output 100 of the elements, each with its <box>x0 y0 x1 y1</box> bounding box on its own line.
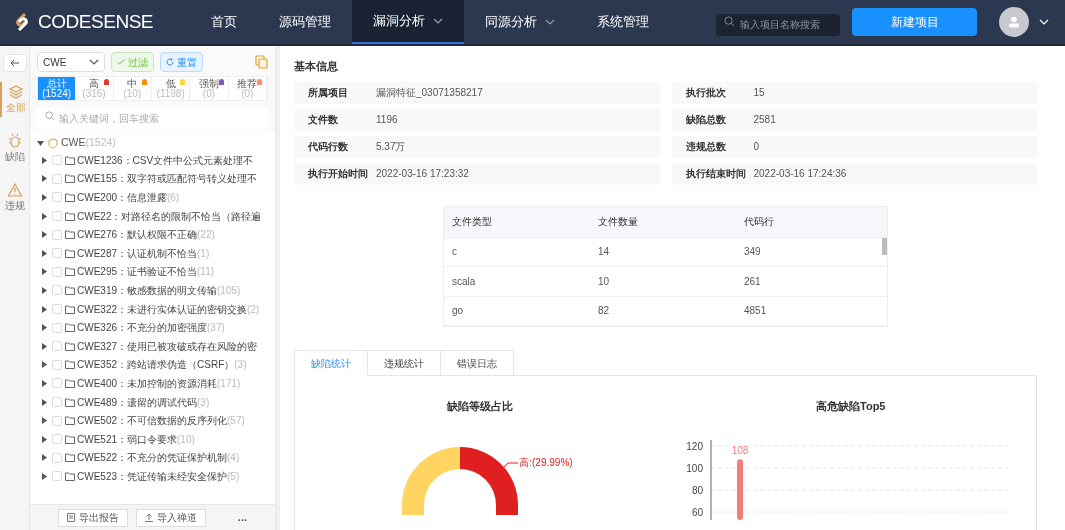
tree-checkbox[interactable] <box>52 304 62 315</box>
import-button[interactable]: 导入禅道 <box>136 508 206 527</box>
logo-text: CODESENSE <box>38 9 154 34</box>
upload-icon <box>145 513 153 522</box>
table-cell-text: 14 <box>597 245 611 260</box>
info-label: 执行开始时间 <box>308 167 369 181</box>
stats-tab[interactable]: 错误日志 <box>441 350 514 376</box>
caret-right-icon[interactable] <box>42 379 47 387</box>
tree-item-label[interactable]: CWE521：弱口令要求(10) <box>77 431 195 447</box>
tree-checkbox[interactable] <box>52 322 62 333</box>
tree-checkbox[interactable] <box>52 211 62 222</box>
chart-title: 高危缺陷Top5 <box>816 399 886 414</box>
tree-checkbox[interactable] <box>52 341 62 352</box>
caret-right-icon[interactable] <box>42 286 47 294</box>
caret-right-icon[interactable] <box>42 361 47 369</box>
tree-item-label[interactable]: CWE327：使用已被攻破或存在风险的密 <box>77 338 257 354</box>
caret-icon[interactable] <box>37 139 44 147</box>
level-tab[interactable]: 中 (10) <box>113 77 152 100</box>
table-cell-text: 82 <box>597 304 611 319</box>
tree-checkbox[interactable] <box>52 248 62 259</box>
tree-item-label[interactable]: CWE352：跨站请求伪造（CSRF）(3) <box>77 357 247 373</box>
tree-item-label[interactable]: CWE326：不充分的加密强度(37) <box>77 320 225 336</box>
category-select[interactable]: CWE <box>37 52 105 72</box>
info-value: 1196 <box>376 113 398 127</box>
tree-checkbox[interactable] <box>52 173 62 184</box>
caret-right-icon[interactable] <box>42 175 47 183</box>
tree-item-label[interactable]: CWE489：遗留的调试代码(3) <box>77 394 210 410</box>
nav-tab[interactable]: 漏洞分析 <box>352 0 464 44</box>
caret-right-icon[interactable] <box>42 231 47 239</box>
caret-right-icon[interactable] <box>42 324 47 332</box>
caret-right-icon[interactable] <box>42 472 47 480</box>
caret-right-icon[interactable] <box>42 398 47 406</box>
copy-icon[interactable] <box>255 55 268 69</box>
tree-checkbox[interactable] <box>52 378 62 389</box>
tree-checkbox[interactable] <box>52 266 62 277</box>
tree-item-label[interactable]: CWE400：未加控制的资源消耗(171) <box>77 375 241 391</box>
search-icon <box>724 16 735 27</box>
tree-item-label[interactable]: CWE522：不充分的凭证保护机制(4) <box>77 450 240 466</box>
info-label: 代码行数 <box>308 140 349 154</box>
caret-right-icon[interactable] <box>42 156 47 164</box>
caret-right-icon[interactable] <box>42 212 47 220</box>
tree-item-label[interactable]: CWE502：不可信数据的反序列化(57) <box>77 413 245 429</box>
tree-checkbox[interactable] <box>52 434 62 445</box>
back-button[interactable] <box>2 54 27 72</box>
axis-tick-label: 100 <box>686 462 703 473</box>
tree-item-label[interactable]: CWE22：对路径名的限制不恰当（路径遍 <box>77 208 262 224</box>
tree-item-label[interactable]: CWE319：敏感数据的明文传输(105) <box>77 282 241 298</box>
nav-tab[interactable]: 同源分析 <box>464 0 576 44</box>
tree-checkbox[interactable] <box>52 229 62 240</box>
nav-tab[interactable]: 首页 <box>190 0 258 44</box>
shield-icon <box>48 137 58 149</box>
caret-right-icon[interactable] <box>42 249 47 257</box>
more-button[interactable]: ... <box>237 509 247 526</box>
tree-checkbox[interactable] <box>52 359 62 370</box>
refresh-icon <box>166 58 174 66</box>
caret-right-icon[interactable] <box>42 194 47 201</box>
tree-checkbox[interactable] <box>52 285 62 296</box>
keyword-search-field[interactable]: 输入关键词，回车搜索 <box>37 107 268 130</box>
warning-icon <box>6 182 23 198</box>
scrollbar-thumb[interactable] <box>882 237 887 255</box>
tree-item-label[interactable]: CWE322：未进行实体认证的密钥交换(2) <box>77 301 260 317</box>
tree-checkbox[interactable] <box>52 192 62 203</box>
info-label: 所属项目 <box>308 86 349 100</box>
export-report-button[interactable]: 导出报告 <box>58 508 128 527</box>
info-label: 文件数 <box>308 113 339 127</box>
avatar[interactable] <box>999 7 1029 37</box>
caret-right-icon[interactable] <box>42 268 47 276</box>
tree-checkbox[interactable] <box>52 415 62 426</box>
rail-item[interactable]: 缺陷 <box>0 131 29 166</box>
info-label: 执行结束时间 <box>685 167 747 181</box>
document-icon <box>67 513 75 522</box>
info-value: 2022-03-16 17:24:36 <box>753 167 847 181</box>
level-tab[interactable]: 推荐 (0) <box>228 77 267 100</box>
caret-right-icon[interactable] <box>42 454 47 462</box>
tree-checkbox[interactable] <box>52 452 62 463</box>
tree-checkbox[interactable] <box>52 397 62 407</box>
tree-checkbox[interactable] <box>52 155 62 166</box>
tree-item-label[interactable]: CWE276：默认权限不正确(22) <box>77 227 215 243</box>
tree-checkbox[interactable] <box>52 471 62 482</box>
tree-item-label[interactable]: CWE295：证书验证不恰当(11) <box>77 264 215 280</box>
stats-tab[interactable]: 违规统计 <box>368 350 441 376</box>
tree-item-label[interactable]: CWE200：信息泄露(6) <box>77 190 180 205</box>
project-search-field[interactable]: 输入项目名称搜索 <box>716 13 840 36</box>
tree-item-label[interactable]: CWE155：双字符或匹配符号转义处理不 <box>77 171 257 187</box>
caret-right-icon[interactable] <box>42 417 47 425</box>
info-value: 漏洞特征_03071358217 <box>376 86 483 100</box>
tree-item-label[interactable]: CWE1236：CSV文件中公式元素处理不 <box>77 152 254 168</box>
level-tab[interactable]: 低 (1198) <box>152 77 191 100</box>
tree-item-label[interactable]: CWE523：凭证传输未经安全保护(5) <box>77 468 240 484</box>
caret-right-icon[interactable] <box>42 305 47 313</box>
level-tab[interactable]: 强制 (0) <box>190 77 229 100</box>
nav-tab[interactable]: 源码管理 <box>258 0 352 44</box>
table-cell-text: 10 <box>597 274 611 289</box>
tree-item-label[interactable]: CWE287：认证机制不恰当(1) <box>77 245 210 261</box>
nav-tab[interactable]: 系统管理 <box>576 0 670 44</box>
tree-root-label[interactable]: CWE(1524) <box>61 135 116 151</box>
level-tab[interactable]: 高 (316) <box>75 77 114 100</box>
rail-item[interactable]: 违规 <box>0 180 29 215</box>
caret-right-icon[interactable] <box>42 342 47 350</box>
caret-right-icon[interactable] <box>42 435 47 443</box>
